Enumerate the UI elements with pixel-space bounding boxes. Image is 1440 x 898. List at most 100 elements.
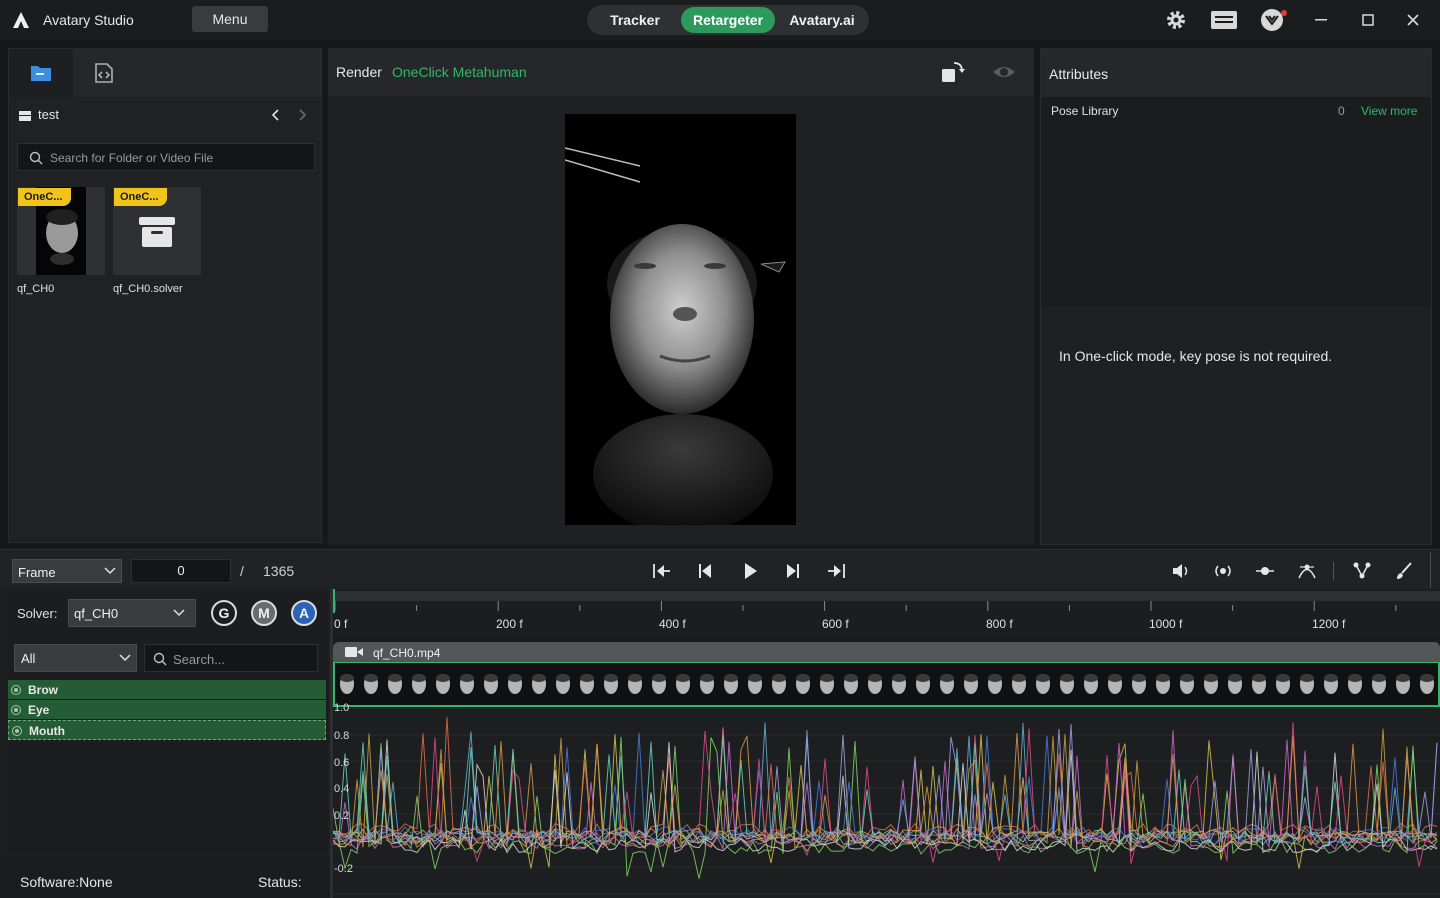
status-label: Status: [258,874,302,890]
frame-thumbnail-hair [460,674,474,682]
video-track-thumbnails[interactable] [333,662,1440,707]
software-status: Software:None [20,874,113,890]
frame-thumbnail-hair [532,674,546,682]
previous-frame-icon[interactable] [695,561,715,581]
tick-label: 1200 f [1312,617,1346,631]
frame-thumbnail-hair [388,674,402,682]
render-header: Render OneClick Metahuman [328,48,1034,96]
curve-tangent-icon[interactable] [1297,561,1317,581]
render-video-frame[interactable] [565,114,796,525]
maximize-icon[interactable] [1356,8,1380,32]
frame-thumbnail-hair [1348,674,1362,682]
animation-curve[interactable] [333,735,1438,845]
keyframe-icon[interactable] [1255,561,1275,581]
frame-thumbnail-hair [1084,674,1098,682]
tab-avatary-ai[interactable]: Avatary.ai [779,7,865,33]
current-frame-input[interactable]: 0 [131,559,231,583]
file-search-placeholder: Search for Folder or Video File [50,151,214,165]
broadcast-icon[interactable] [1213,561,1233,581]
volume-icon[interactable] [1171,561,1191,581]
frame-thumbnail-hair [1396,674,1410,682]
tick-label: 800 f [986,617,1013,631]
frame-thumbnail-hair [892,674,906,682]
solver-select[interactable]: qf_CH0 [68,599,196,627]
frame-thumbnail-hair [1252,674,1266,682]
frame-thumbnail-hair [1036,674,1050,682]
script-file-icon[interactable] [94,63,114,83]
frame-thumbnail-hair [1276,674,1290,682]
frame-thumbnail-hair [940,674,954,682]
rotate-view-icon[interactable] [940,60,966,84]
control-item-brow[interactable]: Brow [8,680,326,700]
render-mode-label: OneClick Metahuman [392,64,527,80]
control-label: Eye [28,703,50,717]
view-more-link[interactable]: View more [1361,104,1417,118]
minimize-icon[interactable] [1309,8,1333,32]
frame-thumbnail-hair [700,674,714,682]
timeline-ruler[interactable]: 0 f 200 f 400 f 600 f 800 f 1000 f 1200 … [333,589,1440,639]
frame-thumbnail-hair [1132,674,1146,682]
back-chevron-icon[interactable] [269,108,283,122]
oneclick-note: In One-click mode, key pose is not requi… [1059,348,1333,364]
bottom-area: Frame 0 / 1365 Solver: qf_CH0 G M A All … [0,549,1440,898]
oneclick-badge: OneC... [114,188,167,206]
tab-folders[interactable] [9,49,73,97]
timeline[interactable]: 0 f 200 f 400 f 600 f 800 f 1000 f 1200 … [333,589,1440,898]
go-to-start-icon[interactable] [652,561,672,581]
tab-retargeter[interactable]: Retargeter [681,7,775,33]
tick-label: 600 f [822,617,849,631]
frame-thumbnail-hair [796,674,810,682]
next-frame-icon[interactable] [783,561,803,581]
frame-thumbnail-hair [604,674,618,682]
timeline-scrub-bar[interactable] [333,591,1440,601]
oneclick-badge: OneC... [18,188,71,206]
frame-thumbnail-hair [1372,674,1386,682]
brush-icon[interactable] [1394,561,1414,581]
y-axis-label: -0.2 [334,863,353,875]
video-file-thumbnail[interactable]: OneC... [17,187,105,275]
play-icon[interactable] [740,561,760,581]
chevron-down-icon [104,567,116,575]
control-search-input[interactable]: Search... [144,644,318,672]
control-filter-select[interactable]: All [14,644,137,672]
video-track-header[interactable]: qf_CH0.mp4 [333,642,1440,662]
control-item-eye[interactable]: Eye [8,700,326,720]
avatar-icon[interactable] [1259,8,1289,32]
frame-thumbnail-hair [340,674,354,682]
breadcrumb: test [9,97,321,133]
settings-gear-icon[interactable] [1164,8,1188,32]
total-frames: 1365 [263,563,295,579]
message-icon[interactable] [1210,8,1238,32]
animation-curves [333,708,1440,895]
y-axis-label: 0.6 [334,757,350,769]
curve-editor[interactable]: 1.0 0.8 0.6 0.4 0.2 -0.2 [333,702,1440,898]
frame-mode-select[interactable]: Frame [12,559,122,583]
a-button[interactable]: A [291,600,317,626]
y-axis-label: 0.2 [334,810,350,822]
close-icon[interactable] [1401,8,1425,32]
forward-chevron-icon[interactable] [295,108,309,122]
tab-tracker[interactable]: Tracker [591,7,679,33]
go-to-end-icon[interactable] [826,561,846,581]
chevron-down-icon [173,609,185,617]
control-label: Mouth [29,724,65,738]
frame-thumbnail-hair [508,674,522,682]
file-search-input[interactable]: Search for Folder or Video File [17,143,315,171]
control-item-mouth[interactable]: Mouth [8,720,326,740]
pose-library: Pose Library 0 View more [1041,97,1431,307]
animation-curve[interactable] [333,732,1438,842]
frame-thumbnail-hair [820,674,834,682]
frame-thumbnail-hair [580,674,594,682]
frame-separator: / [240,563,244,579]
playhead[interactable] [333,589,335,613]
g-button[interactable]: G [211,600,237,626]
radio-dot-icon [11,705,21,715]
search-icon [29,151,43,165]
solver-value: qf_CH0 [74,606,119,621]
hierarchy-icon[interactable] [1352,561,1372,581]
m-button[interactable]: M [251,600,277,626]
status-bar: Software:None Status: [0,856,330,898]
visibility-eye-icon[interactable] [992,62,1016,82]
solver-file-thumbnail[interactable]: OneC... [113,187,201,275]
menu-button[interactable]: Menu [192,6,268,32]
